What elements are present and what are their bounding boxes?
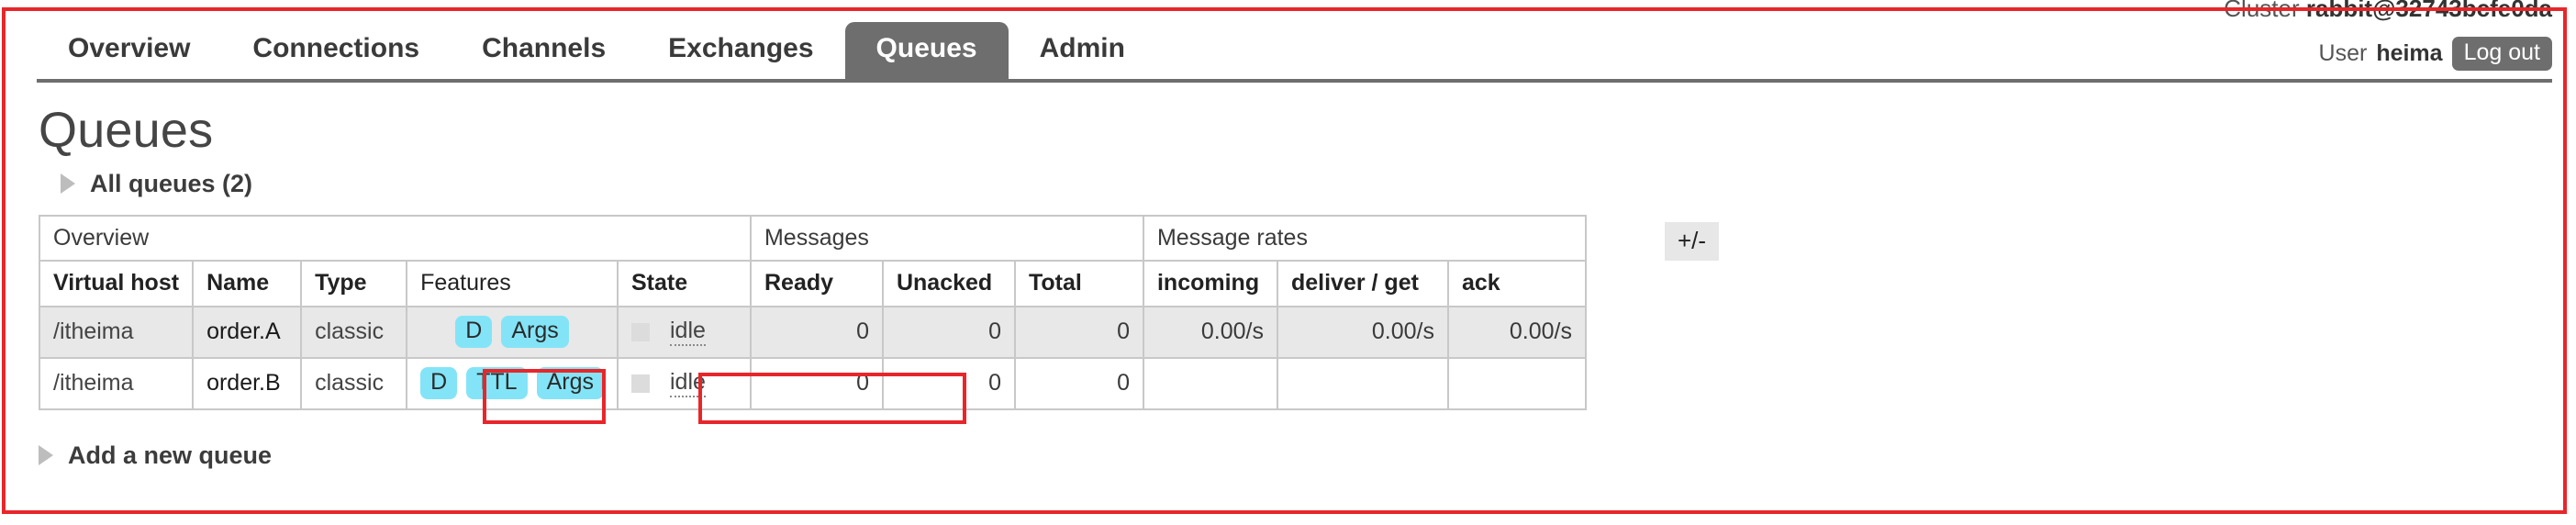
main-navigation: Overview Connections Channels Exchanges …: [37, 18, 1156, 79]
main-content: Queues All queues (2) Overview Messages …: [0, 105, 2576, 470]
cell-unacked: 0: [881, 305, 1016, 359]
add-new-queue-label: Add a new queue: [68, 441, 273, 469]
cluster-name: rabbit@32743bcfe0da: [2305, 0, 2552, 22]
queues-table: Overview Messages Message rates Virtual …: [38, 214, 1587, 410]
cell-deliver-get: [1276, 356, 1449, 410]
cell-state: idle: [616, 356, 752, 410]
page-title: Queues: [39, 103, 214, 158]
user-info: User heima Log out: [2319, 37, 2552, 71]
cell-total: 0: [1013, 356, 1144, 410]
column-header-ready[interactable]: Ready: [749, 259, 884, 307]
cell-total: 0: [1013, 305, 1144, 359]
tab-exchanges[interactable]: Exchanges: [637, 22, 844, 79]
cell-deliver-get: 0.00/s: [1276, 305, 1449, 359]
cell-ack: 0.00/s: [1446, 305, 1587, 359]
column-header-type[interactable]: Type: [300, 259, 408, 307]
state-label: idle: [669, 318, 706, 347]
cell-features: D Args: [406, 305, 619, 359]
table-group-header-row: Overview Messages Message rates: [39, 214, 1587, 262]
user-label: User: [2318, 40, 2368, 66]
cell-unacked: 0: [881, 356, 1016, 410]
tab-connections[interactable]: Connections: [221, 22, 451, 79]
cell-type: classic: [300, 305, 408, 359]
cell-queue-name[interactable]: order.B: [192, 356, 303, 410]
user-name: heima: [2376, 40, 2443, 66]
cell-ack: [1446, 356, 1587, 410]
cell-virtual-host: /itheima: [38, 305, 195, 359]
column-header-virtual-host[interactable]: Virtual host: [38, 259, 195, 307]
feature-badge-args: Args: [501, 316, 569, 349]
toggle-columns-button[interactable]: +/-: [1665, 221, 1720, 261]
cell-virtual-host: /itheima: [38, 356, 195, 410]
tab-admin[interactable]: Admin: [1009, 22, 1156, 79]
cluster-info: Cluster rabbit@32743bcfe0da: [2224, 0, 2552, 20]
group-header-messages: Messages: [749, 214, 1144, 262]
tab-channels[interactable]: Channels: [451, 22, 637, 79]
column-header-total[interactable]: Total: [1013, 259, 1144, 307]
cell-type: classic: [300, 356, 408, 410]
state-indicator-icon: [630, 374, 650, 393]
column-header-ack[interactable]: ack: [1446, 259, 1587, 307]
logout-button[interactable]: Log out: [2451, 37, 2552, 71]
cell-queue-name[interactable]: order.A: [192, 305, 303, 359]
tab-queues[interactable]: Queues: [844, 22, 1009, 79]
state-indicator-icon: [630, 322, 650, 341]
app-header: Cluster rabbit@32743bcfe0da User heima L…: [0, 0, 2576, 88]
cell-incoming: [1142, 356, 1278, 410]
nav-underline: [37, 79, 2552, 83]
feature-badge-d: D: [455, 316, 493, 349]
queues-table-wrapper: Overview Messages Message rates Virtual …: [38, 214, 2576, 424]
table-row[interactable]: /itheima order.B classic D TTL Args idle…: [38, 356, 1587, 410]
column-header-features[interactable]: Features: [406, 259, 619, 307]
cell-features: D TTL Args: [406, 356, 619, 410]
chevron-right-icon: [39, 445, 53, 466]
cell-ready: 0: [749, 356, 884, 410]
all-queues-toggle[interactable]: All queues (2): [61, 170, 252, 198]
group-header-overview: Overview: [39, 214, 752, 262]
column-header-name[interactable]: Name: [192, 259, 303, 307]
cell-ready: 0: [749, 305, 884, 359]
tab-overview[interactable]: Overview: [37, 22, 221, 79]
group-header-message-rates: Message rates: [1142, 214, 1587, 262]
state-label: idle: [669, 369, 706, 398]
column-header-deliver-get[interactable]: deliver / get: [1276, 259, 1449, 307]
table-column-header-row: Virtual host Name Type Features State Re…: [38, 259, 1587, 307]
cell-incoming: 0.00/s: [1142, 305, 1278, 359]
cell-state: idle: [616, 305, 752, 359]
chevron-right-icon: [61, 173, 75, 195]
feature-badge-args: Args: [536, 367, 604, 400]
feature-badge-d: D: [420, 367, 458, 400]
feature-badge-ttl: TTL: [466, 367, 528, 400]
cluster-label: Cluster: [2224, 0, 2300, 22]
add-new-queue-toggle[interactable]: Add a new queue: [39, 441, 272, 470]
column-header-unacked[interactable]: Unacked: [881, 259, 1016, 307]
column-header-incoming[interactable]: incoming: [1142, 259, 1278, 307]
column-header-state[interactable]: State: [616, 259, 752, 307]
table-row[interactable]: /itheima order.A classic D Args idle 0 0…: [38, 305, 1587, 359]
all-queues-label: All queues (2): [90, 169, 253, 197]
